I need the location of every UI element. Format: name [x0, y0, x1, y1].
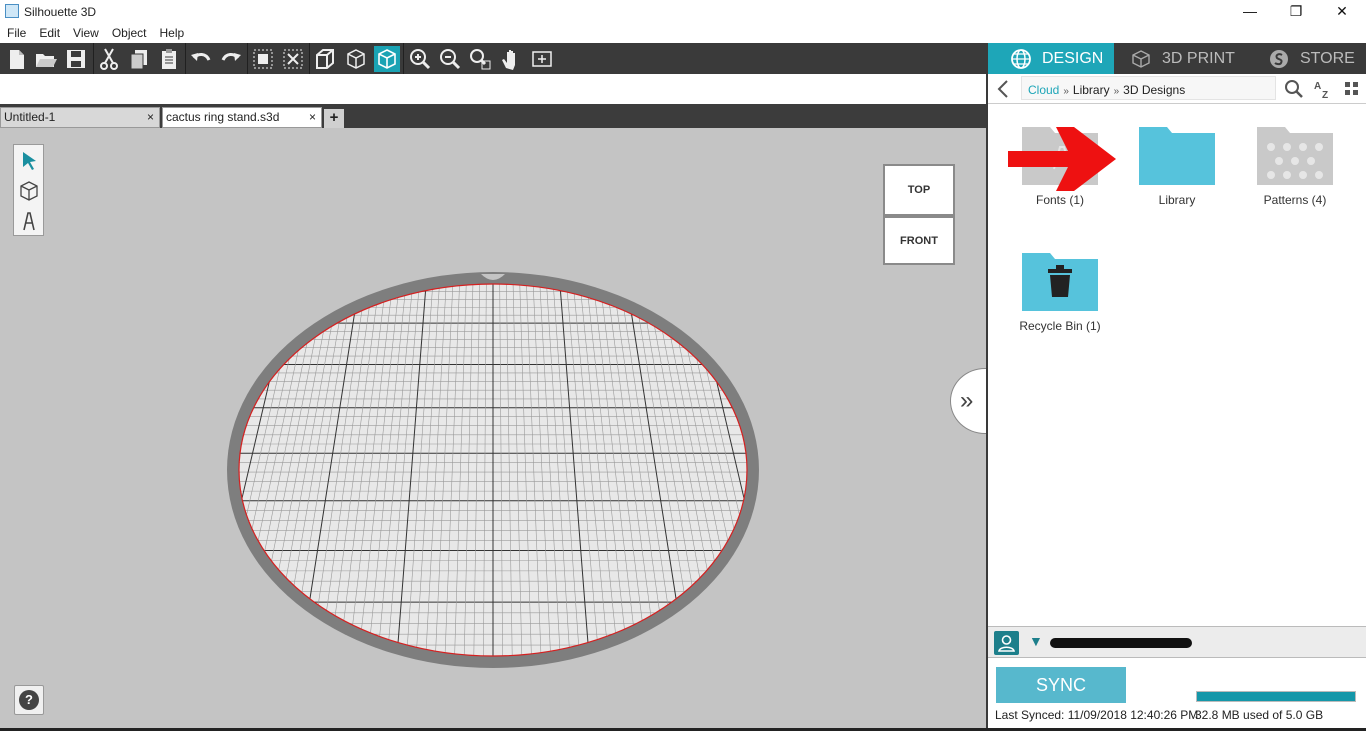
property-strip — [0, 74, 986, 104]
sort-az-icon[interactable]: AZ — [1313, 79, 1333, 99]
zoom-out-icon[interactable] — [437, 46, 463, 72]
tab-design[interactable]: DESIGN — [988, 43, 1114, 74]
group-icon[interactable] — [250, 46, 276, 72]
menu-bar: File Edit View Object Help — [0, 24, 986, 43]
wireframe-cube-icon[interactable] — [343, 46, 369, 72]
close-button[interactable]: ✕ — [1319, 0, 1365, 24]
breadcrumb-library[interactable]: Library — [1073, 83, 1110, 97]
ungroup-icon[interactable] — [280, 46, 306, 72]
redacted-username — [1050, 638, 1192, 648]
3d-workspace[interactable]: TOP FRONT » ? — [0, 128, 986, 728]
tab-label: cactus ring stand.s3d — [166, 110, 280, 124]
help-icon: ? — [19, 690, 39, 710]
3d-print-icon — [1132, 50, 1150, 68]
grid-view-icon[interactable] — [1344, 81, 1360, 97]
cut-icon[interactable] — [96, 46, 122, 72]
user-icon[interactable] — [994, 631, 1019, 655]
breadcrumb-cloud[interactable]: Cloud — [1028, 83, 1059, 97]
view-cube-front[interactable]: FRONT — [883, 216, 955, 265]
solid-cube-icon[interactable] — [374, 46, 400, 72]
back-arrow-icon[interactable] — [996, 79, 1010, 99]
restore-button[interactable]: ❐ — [1273, 0, 1319, 24]
recycle-bin-folder-icon — [1022, 253, 1098, 311]
zoom-in-icon[interactable] — [407, 46, 433, 72]
menu-help[interactable]: Help — [153, 24, 191, 40]
breadcrumb-bar: Cloud» Library» 3D Designs AZ — [988, 74, 1366, 104]
breadcrumb-3d-designs[interactable]: 3D Designs — [1123, 83, 1185, 97]
minimize-button[interactable]: — — [1227, 0, 1273, 24]
title-bar: Silhouette 3D — ❐ ✕ — [0, 0, 1366, 24]
3d-shape-icon[interactable] — [17, 179, 41, 203]
sync-button[interactable]: SYNC — [996, 667, 1126, 703]
svg-text:A: A — [1314, 81, 1321, 92]
last-synced-text: Last Synced: 11/09/2018 12:40:26 PM — [995, 708, 1199, 722]
tab-close-icon[interactable]: × — [309, 110, 316, 124]
redo-icon[interactable] — [218, 46, 244, 72]
window-title: Silhouette 3D — [24, 5, 97, 19]
svg-text:Z: Z — [1322, 90, 1328, 99]
undo-icon[interactable] — [188, 46, 214, 72]
sync-area: SYNC Last Synced: 11/09/2018 12:40:26 PM… — [988, 659, 1366, 728]
side-toolbar — [13, 144, 44, 236]
new-document-icon[interactable] — [3, 46, 29, 72]
menu-object[interactable]: Object — [105, 24, 153, 40]
fit-page-icon[interactable] — [529, 46, 555, 72]
folder-library[interactable]: Library — [1122, 123, 1232, 207]
breadcrumb: Cloud» Library» 3D Designs — [1021, 76, 1276, 100]
menu-edit[interactable]: Edit — [32, 24, 66, 40]
text-tool-icon[interactable] — [17, 209, 41, 233]
folder-patterns[interactable]: Patterns (4) — [1240, 123, 1350, 207]
panel-tabs: DESIGN 3D PRINT STORE — [988, 43, 1366, 74]
pan-hand-icon[interactable] — [498, 46, 524, 72]
view-cube-top[interactable]: TOP — [883, 164, 955, 216]
main-toolbar — [0, 43, 986, 74]
tab-untitled-1[interactable]: Untitled-1 × — [0, 107, 160, 128]
tab-label: Untitled-1 — [4, 110, 56, 124]
app-icon — [5, 4, 19, 18]
tab-cactus-ring-stand[interactable]: cactus ring stand.s3d × — [162, 107, 322, 128]
patterns-folder-icon — [1257, 127, 1333, 185]
storage-usage-text: 32.8 MB used of 5.0 GB — [1195, 708, 1324, 722]
zoom-fit-icon[interactable] — [467, 46, 493, 72]
double-chevron-icon: » — [960, 387, 974, 414]
folder-recycle-bin[interactable]: Recycle Bin (1) — [1005, 249, 1115, 333]
save-icon[interactable] — [63, 46, 89, 72]
storage-progress-bar — [1196, 691, 1356, 702]
copy-icon[interactable] — [126, 46, 152, 72]
add-tab-button[interactable]: + — [324, 109, 344, 128]
open-folder-icon[interactable] — [33, 46, 59, 72]
tab-3d-print[interactable]: 3D PRINT — [1114, 43, 1254, 74]
paste-icon[interactable] — [156, 46, 182, 72]
extrude-icon[interactable] — [312, 46, 338, 72]
globe-icon — [1011, 49, 1031, 69]
help-button[interactable]: ? — [14, 685, 44, 715]
select-arrow-icon[interactable] — [17, 149, 41, 173]
red-arrow-annotation — [1008, 127, 1116, 191]
menu-view[interactable]: View — [66, 24, 105, 40]
build-plate — [227, 272, 759, 668]
storage-progress-fill — [1197, 692, 1355, 701]
library-folder-icon — [1139, 127, 1215, 185]
user-bar: ▼ — [988, 626, 1366, 658]
store-s-icon — [1270, 50, 1288, 68]
tab-store[interactable]: STORE — [1256, 43, 1366, 74]
user-dropdown-icon[interactable]: ▼ — [1029, 633, 1043, 649]
document-tabs: Untitled-1 × cactus ring stand.s3d × + — [0, 104, 986, 128]
library-panel: DESIGN 3D PRINT STORE Cloud» Library» 3D D… — [986, 43, 1366, 728]
menu-file[interactable]: File — [0, 24, 32, 40]
search-icon[interactable] — [1284, 79, 1304, 99]
tab-close-icon[interactable]: × — [147, 110, 154, 124]
